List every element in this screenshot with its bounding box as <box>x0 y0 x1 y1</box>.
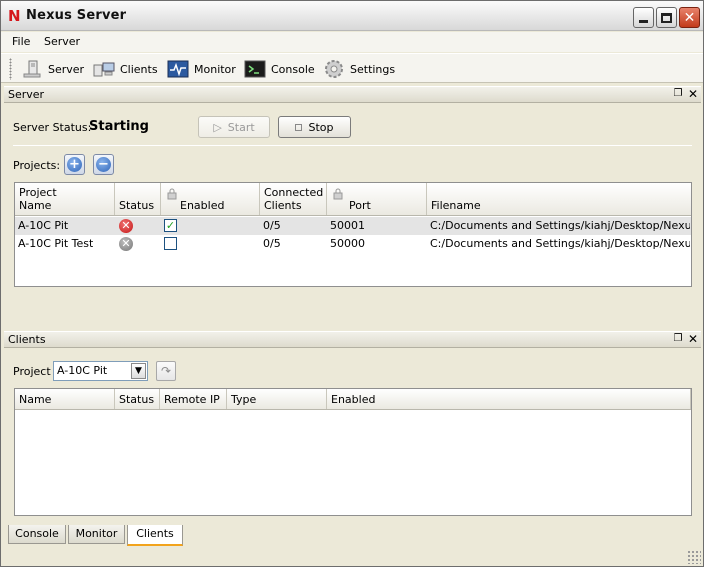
monitor-icon <box>167 59 189 79</box>
toolbar-server-button[interactable]: Server <box>21 57 84 81</box>
table-row[interactable]: A-10C Pit Test ✕ 0/5 50000 C:/Documents … <box>15 235 691 253</box>
error-status-icon: ✕ <box>119 219 133 233</box>
port-cell: 50001 <box>330 219 365 232</box>
stop-icon <box>295 123 303 131</box>
remove-project-button[interactable]: − <box>93 154 114 175</box>
close-panel-icon[interactable]: ✕ <box>687 332 699 346</box>
app-logo-icon: N <box>8 7 21 25</box>
nexus-server-window: N Nexus Server ✕ File Server Server Clie… <box>0 0 704 567</box>
enabled-checkbox[interactable] <box>164 237 177 250</box>
play-icon: ▷ <box>213 120 222 134</box>
stop-button-label: Stop <box>308 120 334 134</box>
column-header-status[interactable]: Status <box>115 183 161 215</box>
add-project-button[interactable]: + <box>64 154 85 175</box>
server-icon <box>21 59 43 79</box>
column-header-enabled[interactable]: Enabled <box>327 389 691 409</box>
console-icon <box>244 59 266 79</box>
project-label: Project <box>13 365 51 378</box>
tab-clients[interactable]: Clients <box>127 525 183 546</box>
menu-bar: File Server <box>1 32 703 52</box>
toolbar-settings-button[interactable]: Settings <box>323 57 395 81</box>
project-select[interactable]: A-10C Pit ▼ <box>53 361 148 381</box>
settings-icon <box>323 59 345 79</box>
menu-file[interactable]: File <box>12 35 30 48</box>
toolbar: Server Clients Monitor Console Settings <box>1 53 703 83</box>
filename-cell: C:/Documents and Settings/kiahj/Desktop/… <box>430 237 690 250</box>
server-status-label: Server Status: <box>13 121 92 134</box>
clients-panel-header: Clients ❐ ✕ <box>4 331 701 348</box>
stopped-status-icon: ✕ <box>119 237 133 251</box>
toolbar-monitor-label: Monitor <box>194 62 236 76</box>
column-header-connected-clients[interactable]: Connected Clients <box>260 183 327 215</box>
resize-grip-icon[interactable] <box>687 550 701 564</box>
lock-icon <box>333 188 343 200</box>
column-header-port[interactable]: Port <box>327 183 427 215</box>
tab-monitor[interactable]: Monitor <box>68 525 125 544</box>
close-icon: ✕ <box>683 9 696 26</box>
minus-icon: − <box>96 157 111 172</box>
server-panel-title: Server <box>8 88 45 101</box>
project-name-cell: A-10C Pit <box>18 219 69 232</box>
column-header-filename[interactable]: Filename <box>427 183 691 215</box>
toolbar-grip-icon[interactable] <box>9 58 12 80</box>
filename-cell: C:/Documents and Settings/kiahj/Desktop/… <box>430 219 690 232</box>
restore-panel-icon[interactable]: ❐ <box>672 333 684 345</box>
port-cell: 50000 <box>330 237 365 250</box>
projects-label: Projects: <box>13 159 61 172</box>
chevron-down-icon[interactable]: ▼ <box>131 363 146 379</box>
connected-clients-cell: 0/5 <box>263 219 281 232</box>
column-header-remote-ip[interactable]: Remote IP <box>160 389 227 409</box>
server-separator <box>13 145 692 146</box>
column-header-enabled[interactable]: Enabled <box>161 183 260 215</box>
close-panel-icon[interactable]: ✕ <box>687 87 699 101</box>
toolbar-console-button[interactable]: Console <box>244 57 315 81</box>
enabled-checkbox[interactable]: ✓ <box>164 219 177 232</box>
toolbar-clients-button[interactable]: Clients <box>93 57 158 81</box>
plus-icon: + <box>67 157 82 172</box>
projects-table-header: Project Name Status Enabled Connected Cl… <box>15 183 691 216</box>
restore-panel-icon[interactable]: ❐ <box>672 88 684 100</box>
column-header-status[interactable]: Status <box>115 389 160 409</box>
server-status-value: Starting <box>89 119 149 134</box>
column-header-name[interactable]: Name <box>15 389 115 409</box>
maximize-icon <box>661 12 672 23</box>
toolbar-console-label: Console <box>271 62 315 76</box>
toolbar-monitor-button[interactable]: Monitor <box>167 57 236 81</box>
close-window-button[interactable]: ✕ <box>679 7 700 28</box>
window-title: Nexus Server <box>26 8 127 23</box>
lock-icon <box>167 188 177 200</box>
column-header-project-name[interactable]: Project Name <box>15 183 115 215</box>
minimize-button[interactable] <box>633 7 654 28</box>
title-bar[interactable]: N Nexus Server ✕ <box>1 1 703 31</box>
start-button[interactable]: ▷ Start <box>198 116 270 138</box>
start-button-label: Start <box>227 120 255 134</box>
minimize-icon <box>639 20 648 23</box>
stop-button[interactable]: Stop <box>278 116 351 138</box>
clients-table-header: Name Status Remote IP Type Enabled <box>15 389 691 410</box>
tab-console[interactable]: Console <box>8 525 66 544</box>
clients-panel-title: Clients <box>8 333 46 346</box>
server-panel-header: Server ❐ ✕ <box>4 86 701 103</box>
clients-icon <box>93 59 115 79</box>
menu-server[interactable]: Server <box>44 35 80 48</box>
project-name-cell: A-10C Pit Test <box>18 237 94 250</box>
clients-table: Name Status Remote IP Type Enabled <box>14 388 692 516</box>
bottom-tab-bar: Console Monitor Clients <box>1 524 703 546</box>
connected-clients-cell: 0/5 <box>263 237 281 250</box>
projects-table: Project Name Status Enabled Connected Cl… <box>14 182 692 287</box>
toolbar-settings-label: Settings <box>350 62 396 76</box>
refresh-button[interactable]: ↷ <box>156 361 176 381</box>
refresh-icon: ↷ <box>160 364 172 378</box>
column-header-type[interactable]: Type <box>227 389 327 409</box>
toolbar-server-label: Server <box>48 62 85 76</box>
table-row[interactable]: A-10C Pit ✕ ✓ 0/5 50001 C:/Documents and… <box>15 217 691 235</box>
project-select-value: A-10C Pit <box>57 364 108 377</box>
maximize-button[interactable] <box>656 7 677 28</box>
toolbar-clients-label: Clients <box>120 62 158 76</box>
